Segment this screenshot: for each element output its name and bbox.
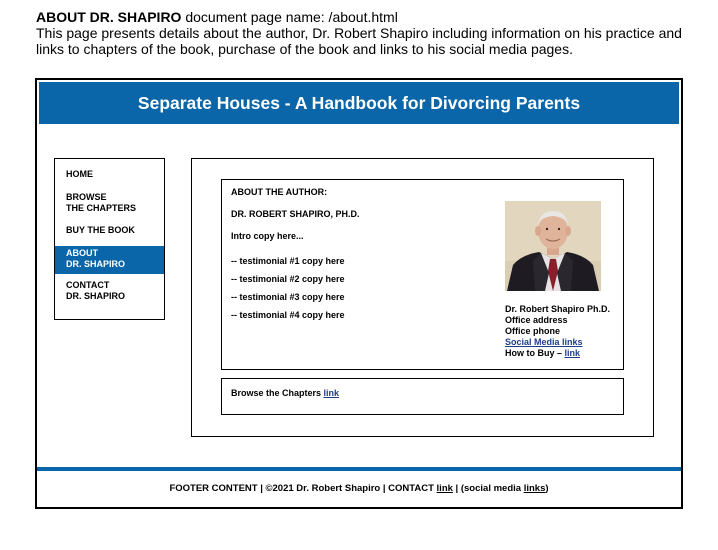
nav-item-label: CONTACT — [66, 280, 110, 290]
footer-contact-link[interactable]: link — [437, 483, 453, 494]
testimonial-3: -- testimonial #3 copy here — [231, 292, 345, 302]
how-to-buy-link[interactable]: link — [565, 348, 581, 358]
nav-item-buy-book[interactable]: BUY THE BOOK — [55, 225, 164, 236]
browse-chapters-label: Browse the Chapters — [231, 388, 324, 398]
spec-title: ABOUT DR. SHAPIRO — [36, 9, 182, 25]
how-to-buy-label: How to Buy – — [505, 348, 565, 358]
nav-item-browse-chapters[interactable]: BROWSE THE CHAPTERS — [55, 192, 164, 214]
footer-social-links[interactable]: links — [524, 483, 546, 494]
office-address: Office address — [505, 315, 568, 325]
nav-item-label: HOME — [66, 169, 93, 179]
author-name: DR. ROBERT SHAPIRO, PH.D. — [231, 209, 360, 219]
testimonial-2: -- testimonial #2 copy here — [231, 274, 345, 284]
contact-name: Dr. Robert Shapiro Ph.D. — [505, 304, 611, 314]
author-portrait-image — [505, 201, 601, 291]
testimonial-4: -- testimonial #4 copy here — [231, 310, 345, 320]
nav-item-label: BROWSE — [66, 192, 107, 202]
footer: FOOTER CONTENT | ©2021 Dr. Robert Shapir… — [37, 483, 681, 494]
social-media-link[interactable]: Social Media links — [505, 337, 583, 348]
footer-text-3: ) — [545, 483, 549, 494]
office-phone: Office phone — [505, 326, 561, 336]
about-heading: ABOUT THE AUTHOR: — [231, 187, 328, 197]
nav-item-label-line2: DR. SHAPIRO — [66, 259, 126, 269]
nav-item-contact[interactable]: CONTACT DR. SHAPIRO — [55, 280, 164, 302]
intro-copy: Intro copy here... — [231, 231, 304, 241]
author-photo — [505, 201, 601, 291]
nav-item-label-line2: DR. SHAPIRO — [66, 291, 126, 301]
spec-note: ABOUT DR. SHAPIRO document page name: /a… — [36, 9, 706, 57]
nav-item-label-line2: THE CHAPTERS — [66, 203, 137, 213]
footer-text: FOOTER CONTENT | ©2021 Dr. Robert Shapir… — [169, 483, 437, 494]
sidebar-nav: HOME BROWSE THE CHAPTERS BUY THE BOOK AB… — [54, 158, 165, 320]
site-banner: Separate Houses - A Handbook for Divorci… — [39, 82, 679, 124]
spec-subtitle: document page name: /about.html — [181, 9, 398, 25]
browse-chapters: Browse the Chapters link — [231, 388, 339, 399]
testimonial-1: -- testimonial #1 copy here — [231, 256, 345, 266]
nav-item-label: BUY THE BOOK — [66, 225, 135, 235]
browse-chapters-link[interactable]: link — [324, 388, 340, 398]
how-to-buy: How to Buy – link — [505, 348, 580, 359]
nav-item-about[interactable]: ABOUT DR. SHAPIRO — [55, 246, 164, 274]
site-title: Separate Houses - A Handbook for Divorci… — [137, 92, 581, 113]
nav-item-label: ABOUT — [66, 248, 98, 258]
footer-divider — [37, 467, 681, 471]
nav-item-home[interactable]: HOME — [55, 169, 164, 180]
spec-description: This page presents details about the aut… — [36, 25, 682, 57]
footer-text-2: | (social media — [452, 483, 524, 494]
